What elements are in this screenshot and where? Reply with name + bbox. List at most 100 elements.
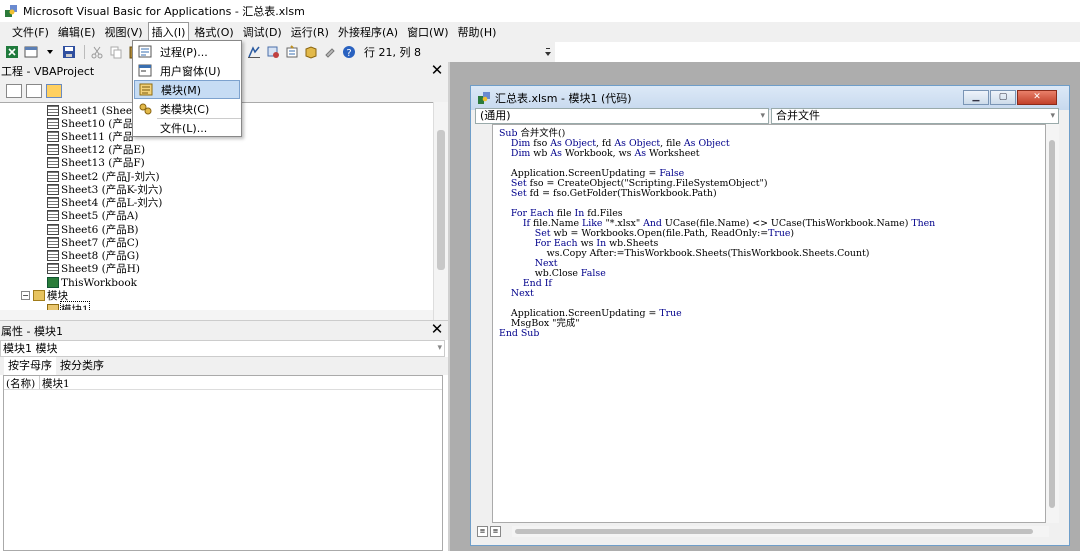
menu-edit[interactable]: 编辑(E) bbox=[54, 22, 100, 42]
tree-item-sheet9[interactable]: Sheet9 (产品H) bbox=[47, 262, 140, 275]
code-hscrollbar[interactable] bbox=[512, 526, 1049, 537]
worksheet-icon bbox=[47, 263, 59, 274]
menu-item-label: 文件(L)... bbox=[160, 121, 208, 135]
chevron-down-icon[interactable]: ▾ bbox=[437, 341, 442, 356]
tree-item-sheet5[interactable]: Sheet5 (产品A) bbox=[47, 209, 138, 222]
menu-item-class-module[interactable]: 类模块(C) bbox=[134, 99, 240, 118]
project-tree-hscrollbar[interactable] bbox=[0, 310, 433, 320]
properties-object-value: 模块1 模块 bbox=[3, 342, 58, 355]
properties-tabs: 按字母序 按分类序 bbox=[0, 357, 448, 375]
project-tree-scrollbar[interactable] bbox=[433, 102, 448, 320]
help-icon[interactable]: ? bbox=[341, 44, 357, 60]
code-line[interactable]: Dim wb As Workbook, ws As Worksheet bbox=[499, 149, 700, 159]
tree-folder-label: 模块 bbox=[47, 290, 68, 302]
menu-debug[interactable]: 调试(D) bbox=[239, 22, 286, 42]
full-module-view-icon[interactable]: ≡ bbox=[490, 526, 501, 537]
scrollbar-thumb[interactable] bbox=[515, 529, 1033, 534]
window-controls: ▁ ▢ ✕ bbox=[962, 90, 1057, 105]
chevron-down-icon[interactable]: ▾ bbox=[760, 109, 765, 123]
properties-grid: (名称) 模块1 bbox=[3, 375, 443, 551]
worksheet-icon bbox=[47, 171, 59, 182]
tree-item-label: Sheet9 (产品H) bbox=[61, 263, 140, 275]
view-object-icon[interactable] bbox=[26, 84, 42, 98]
property-value[interactable]: 模块1 bbox=[40, 376, 70, 390]
standard-toolbar: ? 行 21, 列 8 bbox=[0, 42, 555, 62]
code-editor[interactable]: Sub 合并文件() Dim fso As Object, fd As Obje… bbox=[492, 124, 1046, 523]
design-mode-icon[interactable] bbox=[246, 44, 262, 60]
menu-window[interactable]: 窗口(W) bbox=[403, 22, 452, 42]
tree-item-label: Sheet13 (产品F) bbox=[61, 157, 145, 169]
project-explorer-icon[interactable] bbox=[265, 44, 281, 60]
code-line[interactable]: Set fd = fso.GetFolder(ThisWorkbook.Path… bbox=[499, 189, 717, 199]
class-module-icon bbox=[139, 103, 152, 115]
close-icon[interactable]: ✕ bbox=[430, 63, 444, 78]
menu-item-label: 用户窗体(U) bbox=[160, 64, 221, 78]
copy-icon[interactable] bbox=[108, 44, 124, 60]
tree-item-label: Sheet5 (产品A) bbox=[61, 210, 139, 222]
object-browser-icon[interactable] bbox=[303, 44, 319, 60]
code-window-icon bbox=[478, 92, 490, 104]
minimize-icon[interactable]: ▁ bbox=[963, 90, 989, 105]
menu-addins[interactable]: 外接程序(A) bbox=[334, 22, 402, 42]
workbook-icon bbox=[47, 277, 59, 288]
menu-run[interactable]: 运行(R) bbox=[287, 22, 333, 42]
procedure-icon bbox=[138, 45, 152, 58]
code-line[interactable]: End Sub bbox=[499, 329, 539, 339]
scrollbar-thumb[interactable] bbox=[1049, 140, 1055, 508]
menu-file[interactable]: 文件(F) bbox=[8, 22, 53, 42]
properties-header: 属性 - 模块1 ✕ bbox=[0, 320, 448, 340]
chevron-down-icon[interactable]: ▾ bbox=[1050, 109, 1055, 123]
code-window-titlebar[interactable]: 汇总表.xlsm - 模块1 (代码) ▁ ▢ ✕ bbox=[471, 86, 1069, 110]
worksheet-icon bbox=[47, 118, 59, 129]
tree-folder-modules[interactable]: 模块 bbox=[33, 289, 68, 302]
insert-object-icon[interactable] bbox=[23, 44, 39, 60]
insert-menu: 过程(P)... 用户窗体(U) 模块(M) 类模块(C) 文件(L)... bbox=[132, 40, 242, 137]
object-select[interactable]: (通用) ▾ bbox=[475, 108, 769, 124]
worksheet-icon bbox=[47, 197, 59, 208]
scrollbar-thumb[interactable] bbox=[437, 130, 445, 270]
worksheet-icon bbox=[47, 250, 59, 261]
menu-view[interactable]: 视图(V) bbox=[100, 22, 146, 42]
maximize-icon[interactable]: ▢ bbox=[990, 90, 1016, 105]
menu-format[interactable]: 格式(O) bbox=[190, 22, 237, 42]
folder-icon bbox=[33, 290, 45, 301]
excel-view-icon[interactable] bbox=[4, 44, 20, 60]
project-explorer-title: 工程 - VBAProject bbox=[1, 65, 95, 78]
toolbox-icon[interactable] bbox=[322, 44, 338, 60]
menu-item-label: 类模块(C) bbox=[160, 102, 210, 116]
object-select-value: (通用) bbox=[480, 109, 511, 122]
menu-item-label: 模块(M) bbox=[161, 83, 202, 97]
menu-item-userform[interactable]: 用户窗体(U) bbox=[134, 61, 240, 80]
procedure-select-value: 合并文件 bbox=[776, 109, 820, 122]
tab-categorized[interactable]: 按分类序 bbox=[56, 357, 108, 375]
property-row[interactable]: (名称) 模块1 bbox=[4, 376, 442, 390]
menu-item-file[interactable]: 文件(L)... bbox=[134, 118, 240, 137]
cut-icon[interactable] bbox=[89, 44, 105, 60]
menu-item-module[interactable]: 模块(M) bbox=[134, 80, 240, 99]
tab-alphabetic[interactable]: 按字母序 bbox=[4, 357, 56, 375]
toggle-folders-icon[interactable] bbox=[46, 84, 62, 98]
worksheet-icon bbox=[47, 184, 59, 195]
toolbar-options-icon[interactable] bbox=[543, 44, 553, 60]
view-code-icon[interactable] bbox=[6, 84, 22, 98]
properties-window-icon[interactable] bbox=[284, 44, 300, 60]
collapse-icon[interactable]: − bbox=[21, 291, 30, 300]
close-icon[interactable]: ✕ bbox=[1017, 90, 1057, 105]
close-icon[interactable]: ✕ bbox=[430, 322, 444, 337]
properties-object-select[interactable]: 模块1 模块 ▾ bbox=[0, 340, 445, 357]
chevron-down-icon[interactable] bbox=[42, 44, 58, 60]
code-combos: (通用) ▾ 合并文件 ▾ bbox=[475, 108, 1061, 124]
tree-item-sheet13[interactable]: Sheet13 (产品F) bbox=[47, 156, 145, 169]
menu-item-procedure[interactable]: 过程(P)... bbox=[134, 42, 240, 61]
procedure-select[interactable]: 合并文件 ▾ bbox=[771, 108, 1059, 124]
code-vscrollbar[interactable] bbox=[1046, 124, 1059, 523]
property-name: (名称) bbox=[4, 376, 40, 390]
menu-help[interactable]: 帮助(H) bbox=[454, 22, 501, 42]
tree-item-label: ThisWorkbook bbox=[61, 276, 138, 289]
worksheet-icon bbox=[47, 157, 59, 168]
code-line[interactable]: Next bbox=[499, 289, 534, 299]
procedure-view-icon[interactable]: ≡ bbox=[477, 526, 488, 537]
save-icon[interactable] bbox=[61, 44, 77, 60]
svg-text:?: ? bbox=[346, 48, 351, 59]
toolbar-separator bbox=[84, 45, 85, 59]
